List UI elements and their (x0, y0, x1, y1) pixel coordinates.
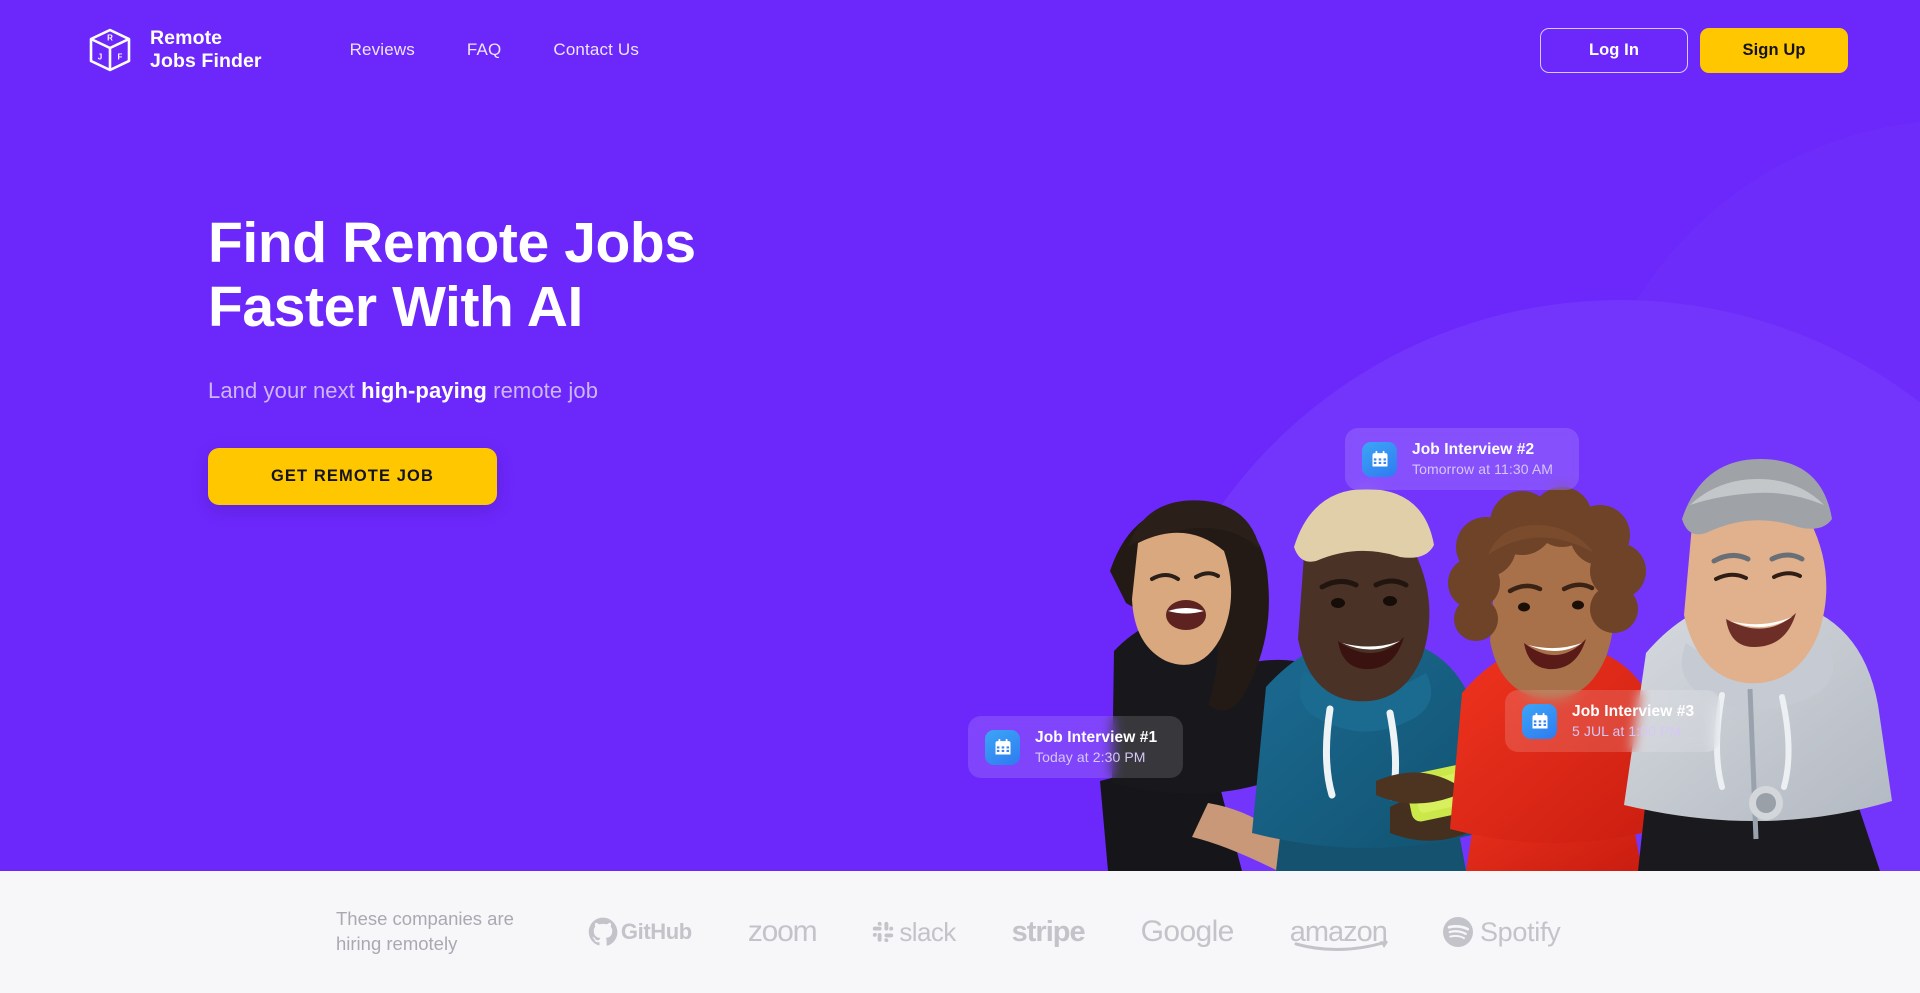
nav-link-reviews[interactable]: Reviews (350, 40, 415, 60)
calendar-icon (1522, 703, 1557, 739)
notification-title: Job Interview #1 (1035, 729, 1158, 746)
google-logo: Google (1140, 908, 1235, 956)
slack-logo-text: slack (899, 916, 956, 947)
spotify-logo-text: Spotify (1479, 916, 1561, 947)
stripe-logo-text: stripe (1011, 915, 1086, 948)
svg-text:R: R (107, 34, 113, 43)
nav-actions: Log In Sign Up (1540, 27, 1848, 73)
notification-card-job-interview-2[interactable]: Job Interview #2 Tomorrow at 11:30 AM (1345, 428, 1580, 490)
hero-subtitle-highlight: high-paying (361, 377, 487, 403)
nav-link-contact-us[interactable]: Contact Us (553, 40, 639, 60)
get-remote-job-button[interactable]: GET REMOTE JOB (208, 447, 497, 505)
zoom-logo: zoom (747, 908, 818, 956)
company-logo-strip: These companies are hiring remotely GitH… (0, 871, 1920, 993)
calendar-icon (985, 729, 1020, 765)
amazon-logo: amazon (1290, 908, 1388, 956)
navbar: R J F Remote Jobs Finder Reviews FAQ Con… (0, 0, 1920, 100)
amazon-smile-icon (1294, 940, 1388, 951)
zoom-logo-text: zoom (747, 915, 818, 948)
hero-photo-group-of-people (1090, 451, 1920, 871)
notification-card-job-interview-1[interactable]: Job Interview #1 Today at 2:30 PM (968, 716, 1184, 778)
github-logo-text: GitHub (620, 919, 692, 944)
hero-copy: Find Remote Jobs Faster With AI Land you… (208, 211, 1028, 505)
stripe-logo: stripe (1011, 908, 1086, 956)
calendar-icon (1362, 441, 1397, 477)
notification-time: 5 JUL at 1:00 PM (1572, 723, 1682, 739)
brand-logo[interactable]: R J F Remote Jobs Finder (86, 26, 262, 74)
hero-subtitle-prefix: Land your next (208, 377, 362, 403)
svg-text:F: F (118, 53, 123, 62)
person-3 (1448, 487, 1672, 871)
login-button[interactable]: Log In (1540, 27, 1688, 73)
page-title: Find Remote Jobs Faster With AI (208, 211, 696, 339)
hero-subtitle-suffix: remote job (486, 377, 599, 403)
notification-time: Tomorrow at 11:30 AM (1412, 461, 1554, 477)
hero-subtitle: Land your next high-paying remote job (208, 378, 1028, 404)
cube-logo-icon: R J F (86, 26, 134, 74)
signup-button[interactable]: Sign Up (1700, 27, 1848, 73)
spotify-logo: Spotify (1442, 908, 1561, 956)
strip-logos: GitHub zoom slack stripe Google amazon S… (588, 908, 1840, 956)
notification-title: Job Interview #3 (1572, 703, 1695, 720)
brand-name: Remote Jobs Finder (150, 27, 262, 72)
nav-link-faq[interactable]: FAQ (467, 40, 501, 60)
notification-title: Job Interview #2 (1412, 441, 1535, 458)
nav-links: Reviews FAQ Contact Us (350, 40, 639, 60)
slack-logo: slack (872, 908, 956, 956)
google-logo-text: Google (1140, 915, 1235, 948)
notification-time: Today at 2:30 PM (1035, 749, 1146, 765)
landing-page: R J F Remote Jobs Finder Reviews FAQ Con… (0, 0, 1920, 993)
hero-section: R J F Remote Jobs Finder Reviews FAQ Con… (0, 0, 1920, 871)
svg-text:J: J (98, 53, 102, 62)
strip-label: These companies are hiring remotely (336, 908, 514, 954)
github-logo: GitHub (588, 908, 692, 956)
notification-card-job-interview-3[interactable]: Job Interview #3 5 JUL at 1:00 PM (1505, 690, 1721, 752)
person-4 (1624, 459, 1892, 871)
